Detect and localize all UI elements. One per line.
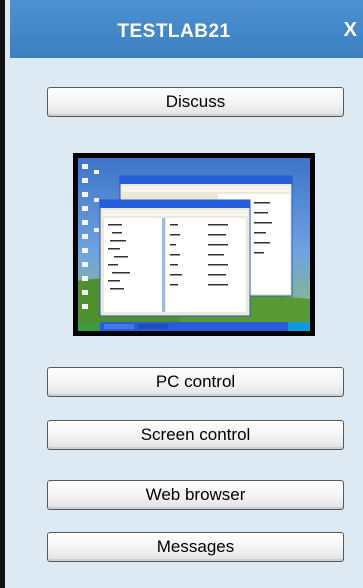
title-bar: TESTLAB21 X	[10, 0, 363, 58]
discuss-button[interactable]: Discuss	[47, 87, 344, 117]
desktop-preview-image	[78, 158, 310, 331]
messages-button[interactable]: Messages	[47, 532, 344, 562]
pc-control-button[interactable]: PC control	[47, 367, 344, 397]
window-title: TESTLAB21	[117, 21, 231, 42]
screen-thumbnail[interactable]	[73, 153, 315, 336]
close-button[interactable]: X	[344, 19, 357, 42]
web-browser-button[interactable]: Web browser	[47, 480, 344, 510]
screen-control-button[interactable]: Screen control	[47, 420, 344, 450]
computer-panel: TESTLAB21 X Discuss PC control Screen co…	[0, 0, 363, 588]
